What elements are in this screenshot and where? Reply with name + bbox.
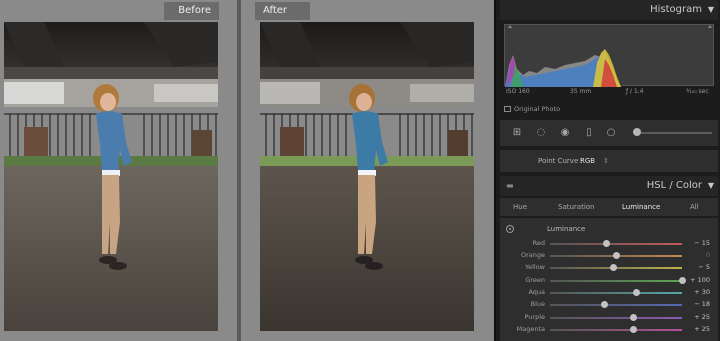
collapse-triangle-icon[interactable]: ▼ [708, 176, 714, 196]
before-photo[interactable] [4, 22, 218, 331]
select-chevron-icon[interactable]: ⇕ [603, 157, 609, 165]
panel-switch-icon[interactable]: ▬ [506, 176, 514, 196]
slider-row-magenta[interactable]: Magenta + 25 [500, 323, 718, 335]
slider-knob[interactable] [629, 314, 637, 321]
slider-track[interactable] [550, 317, 682, 319]
slider-row-red[interactable]: Red − 15 [500, 237, 718, 249]
brush-slider-track[interactable] [636, 132, 712, 134]
red-eye-icon[interactable]: ◉ [558, 126, 572, 140]
slider-value[interactable]: 0 [706, 251, 710, 259]
point-curve-row[interactable]: Point Curve : RGB ⇕ [500, 150, 718, 172]
hsl-tabs: Hue Saturation Luminance All [500, 198, 718, 216]
slider-label: Aqua [528, 288, 545, 296]
slider-label: Purple [524, 313, 545, 321]
slider-track[interactable] [550, 243, 682, 245]
hsl-title: HSL / Color [646, 180, 702, 191]
slider-row-green[interactable]: Green + 100 [500, 274, 718, 286]
slider-knob[interactable] [609, 264, 617, 271]
targeted-adjustment-icon[interactable] [506, 225, 514, 233]
slider-value[interactable]: + 30 [694, 288, 710, 296]
slider-label: Blue [530, 300, 545, 308]
tab-all[interactable]: All [690, 203, 699, 211]
slider-value[interactable]: − 18 [694, 300, 710, 308]
photo-viewer: Before After [0, 0, 494, 341]
tab-saturation[interactable]: Saturation [558, 203, 595, 211]
after-pane: After [241, 0, 494, 341]
original-photo-toggle[interactable]: Original Photo [504, 105, 560, 113]
slider-track[interactable] [550, 292, 682, 294]
slider-row-orange[interactable]: Orange 0 [500, 249, 718, 261]
original-photo-label: Original Photo [514, 105, 561, 113]
slider-value[interactable]: + 25 [694, 325, 710, 333]
slider-value[interactable]: − 15 [694, 239, 710, 247]
slider-knob[interactable] [613, 252, 620, 259]
slider-label: Magenta [516, 325, 545, 333]
slider-knob[interactable] [632, 289, 640, 296]
collapse-triangle-icon[interactable]: ▼ [708, 0, 714, 20]
histogram-graph [504, 24, 714, 87]
point-curve-select[interactable]: RGB [580, 157, 595, 165]
tab-luminance[interactable]: Luminance [622, 203, 660, 211]
before-pane: Before [0, 0, 237, 341]
slider-row-purple[interactable]: Purple + 25 [500, 311, 718, 323]
tool-strip: ⊞ ◌ ◉ ▯ ○ [500, 120, 718, 146]
histogram-header[interactable]: Histogram ▼ [500, 0, 718, 20]
after-photo[interactable] [260, 22, 474, 331]
slider-row-aqua[interactable]: Aqua + 30 [500, 286, 718, 298]
slider-value[interactable]: + 25 [694, 313, 710, 321]
aperture-readout: ƒ / 1.4 [626, 88, 644, 95]
iso-readout: ISO 160 [506, 88, 530, 95]
slider-knob[interactable] [601, 301, 609, 308]
slider-label: Red [532, 239, 545, 247]
focal-length-readout: 35 mm [570, 88, 592, 95]
slider-track[interactable] [550, 329, 682, 331]
develop-panel: Histogram ▼ ISO 160 35 mm ƒ / 1.4 ¹⁄₁₀₀ … [494, 0, 720, 341]
after-label: After [255, 2, 310, 20]
checkbox-icon[interactable] [504, 106, 511, 112]
slider-value[interactable]: + 100 [690, 276, 710, 284]
slider-track[interactable] [550, 304, 682, 306]
slider-row-yellow[interactable]: Yellow − 5 [500, 261, 718, 273]
slider-knob[interactable] [603, 240, 611, 247]
luminance-section-title: Luminance [547, 225, 586, 233]
slider-knob[interactable] [679, 277, 686, 284]
luminance-panel: Luminance Red − 15 Orange 0 Yellow − 5 Green + … [500, 218, 718, 341]
crop-overlay-icon[interactable]: ⊞ [510, 126, 524, 140]
slider-label: Green [525, 276, 545, 284]
slider-label: Yellow [524, 263, 545, 271]
slider-track[interactable] [550, 280, 682, 282]
slider-row-blue[interactable]: Blue − 18 [500, 298, 718, 310]
slider-value[interactable]: − 5 [698, 263, 710, 271]
hsl-header[interactable]: ▬ HSL / Color ▼ [500, 176, 718, 196]
before-label: Before [164, 2, 219, 20]
radial-filter-icon[interactable]: ○ [604, 126, 618, 140]
graduated-filter-icon[interactable]: ▯ [582, 126, 596, 140]
adjustment-brush-icon[interactable] [633, 128, 641, 136]
spot-removal-icon[interactable]: ◌ [534, 126, 548, 140]
point-curve-label: Point Curve : [538, 157, 583, 165]
histogram-title: Histogram [650, 4, 702, 15]
tab-hue[interactable]: Hue [513, 203, 527, 211]
slider-label: Orange [520, 251, 545, 259]
shutter-readout: ¹⁄₁₀₀ sec [686, 88, 709, 95]
slider-knob[interactable] [629, 326, 637, 333]
